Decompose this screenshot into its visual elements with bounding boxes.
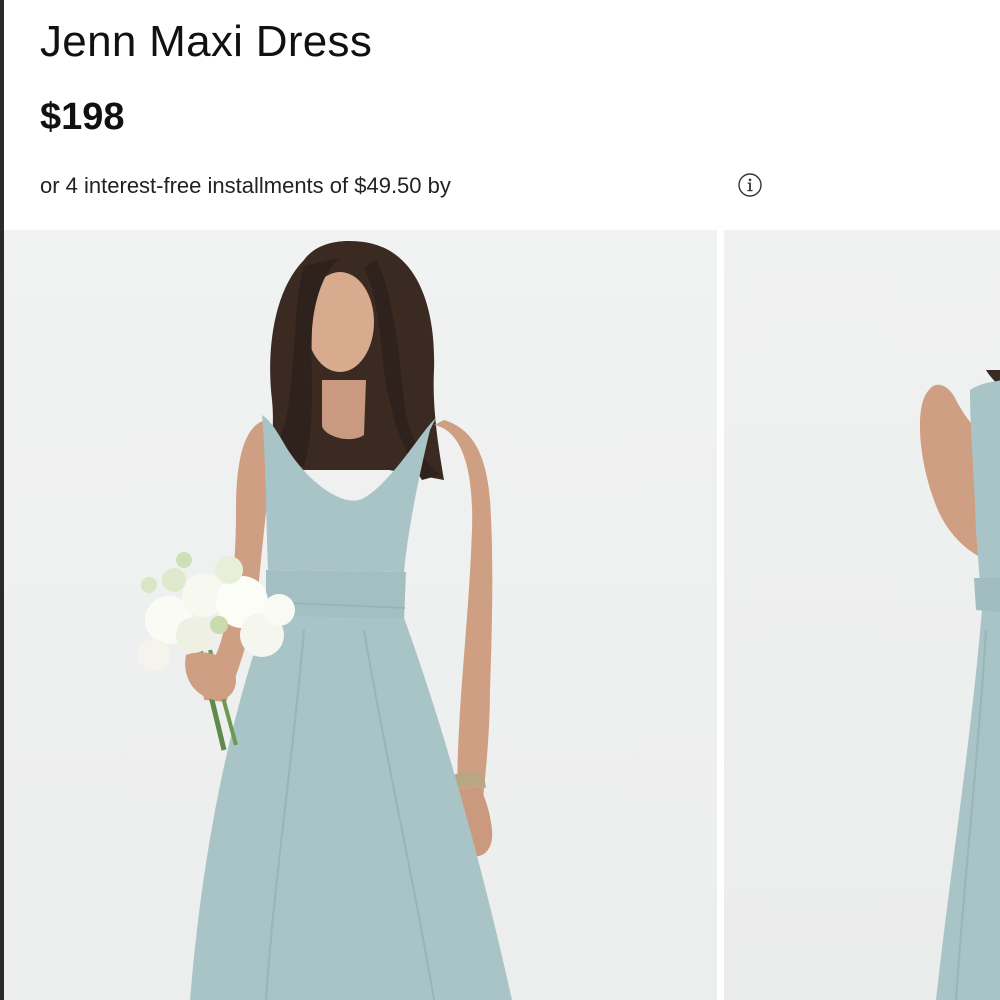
product-title: Jenn Maxi Dress [40, 17, 373, 66]
model-front-image [138, 240, 512, 1000]
gallery-image-next[interactable] [724, 230, 1000, 1000]
model-side-image [919, 370, 1000, 1000]
gallery-image-main[interactable] [4, 230, 717, 1000]
product-page: Jenn Maxi Dress $198 or 4 interest-free … [0, 0, 1000, 1000]
info-icon[interactable] [738, 173, 762, 197]
product-price: $198 [40, 96, 125, 138]
gallery-divider [717, 230, 724, 1000]
product-gallery[interactable] [4, 230, 1000, 1000]
installments-text: or 4 interest-free installments of $49.5… [40, 173, 451, 198]
